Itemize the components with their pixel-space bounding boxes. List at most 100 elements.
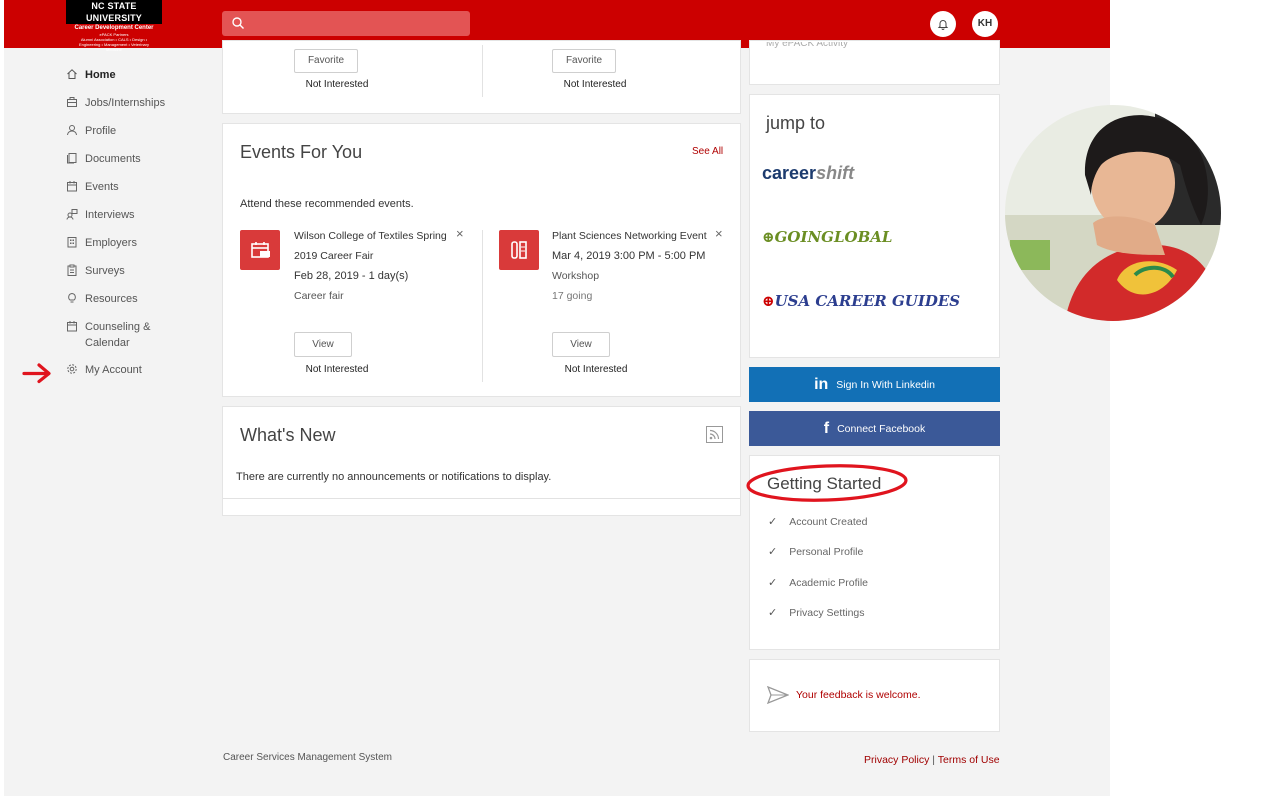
sidebar-item-label: Resources [85, 293, 138, 305]
not-interested-link[interactable]: Not Interested [277, 79, 397, 90]
home-icon [67, 69, 77, 79]
sidebar-item-jobs[interactable]: Jobs/Internships [66, 95, 165, 111]
connect-facebook-button[interactable]: f Connect Facebook [749, 411, 1000, 446]
careershift-part1: career [762, 163, 817, 183]
terms-of-use-link[interactable]: Terms of Use [938, 754, 1000, 766]
sidebar-item-label: My Account [85, 364, 142, 376]
paper-plane-icon [767, 686, 789, 704]
partial-link[interactable]: My ePACK Activity [766, 42, 848, 49]
sidebar-item-counseling[interactable]: Counseling & Calendar [66, 319, 150, 351]
app-window: NC STATE UNIVERSITY Career Development C… [4, 0, 1110, 796]
calendar-icon [67, 181, 77, 192]
check-icon: ✓ [768, 607, 778, 619]
ncstate-logo[interactable]: NC STATE UNIVERSITY Career Development C… [66, 0, 162, 52]
events-card: Events For You See All Attend these reco… [222, 123, 741, 397]
notifications-button[interactable] [930, 11, 956, 37]
check-icon: ✓ [768, 516, 778, 528]
careershift-link[interactable]: careershift [762, 163, 854, 184]
sidebar-item-my-account[interactable]: My Account [66, 362, 142, 378]
search-input[interactable] [222, 11, 470, 36]
calendar-icon [67, 321, 77, 332]
facebook-icon: f [823, 419, 830, 437]
sign-in-linkedin-button[interactable]: in Sign In With Linkedin [749, 367, 1000, 402]
gear-icon [67, 364, 77, 374]
linkedin-icon: in [814, 375, 829, 393]
linkedin-label: Sign In With Linkedin [836, 378, 935, 391]
logo-line-6: Medicine [105, 47, 122, 52]
view-event-button[interactable]: View [552, 332, 610, 357]
logo-line-1: NC STATE UNIVERSITY [66, 0, 162, 24]
whats-new-card: What's New There are currently no announ… [222, 406, 741, 516]
presenter-photo-illustration [1005, 105, 1221, 321]
rss-icon[interactable] [706, 426, 723, 443]
not-interested-link[interactable]: Not Interested [536, 364, 656, 375]
getting-started-item[interactable]: ✓ Academic Profile [768, 576, 868, 590]
getting-started-item-label: Academic Profile [789, 576, 868, 589]
sidebar-item-label-line2: Calendar [85, 337, 130, 349]
sidebar-item-profile[interactable]: Profile [66, 123, 116, 139]
sidebar-item-home[interactable]: Home [66, 67, 116, 83]
sidebar-item-documents[interactable]: Documents [66, 151, 141, 167]
sidebar-item-surveys[interactable]: Surveys [66, 263, 125, 279]
sidebar-item-label: Jobs/Internships [85, 97, 166, 109]
right-partial-card: My ePACK Activity [749, 40, 1000, 85]
not-interested-link[interactable]: Not Interested [277, 364, 397, 375]
facebook-label: Connect Facebook [837, 422, 926, 435]
getting-started-item[interactable]: ✓ Privacy Settings [768, 606, 865, 620]
see-all-link[interactable]: See All [692, 146, 723, 157]
clipboard-icon [67, 264, 77, 276]
footer-system-name: Career Services Management System [223, 752, 392, 763]
recommendation-card-partial: Favorite Not Interested Favorite Not Int… [222, 40, 741, 114]
sidebar-item-interviews[interactable]: Interviews [66, 207, 135, 223]
privacy-policy-link[interactable]: Privacy Policy [864, 754, 929, 766]
whats-new-title: What's New [240, 425, 336, 445]
lightbulb-icon [68, 292, 76, 303]
briefcase-icon [67, 97, 77, 107]
whats-new-message: There are currently no announcements or … [236, 471, 552, 483]
presenter-photo [1005, 105, 1221, 321]
footer-separator: | [932, 754, 936, 766]
events-title: Events For You [240, 142, 363, 162]
getting-started-item[interactable]: ✓ Account Created [768, 515, 867, 529]
sidebar-item-employers[interactable]: Employers [66, 235, 137, 251]
event-icon [240, 230, 280, 270]
sidebar-item-label: Profile [85, 125, 117, 137]
sidebar-item-label: Surveys [85, 265, 125, 277]
not-interested-link[interactable]: Not Interested [535, 79, 655, 90]
sidebar-item-events[interactable]: Events [66, 179, 119, 195]
goinglobal-label: GOINGLOBAL [774, 228, 893, 246]
getting-started-item[interactable]: ✓ Personal Profile [768, 545, 863, 559]
bell-icon [937, 20, 949, 30]
event-title[interactable]: Wilson College of Textiles Spring 2019 C… [294, 226, 464, 266]
feedback-link[interactable]: Your feedback is welcome. [796, 689, 921, 701]
favorite-button[interactable]: Favorite [552, 49, 616, 73]
careershift-part2: shift [816, 163, 855, 183]
user-avatar-button[interactable]: KH [972, 11, 998, 37]
event-title-line2: 2019 Career Fair [294, 250, 374, 262]
favorite-button[interactable]: Favorite [294, 49, 358, 73]
sidebar-item-label: Interviews [85, 209, 135, 221]
goinglobal-link[interactable]: ⊕GOINGLOBAL [762, 228, 892, 246]
event-title-line1: Wilson College of Textiles Spring [294, 230, 447, 242]
sidebar-item-label: Counseling & Calendar [85, 319, 150, 351]
feedback-card: Your feedback is welcome. [749, 659, 1000, 732]
sidebar-item-label: Employers [85, 237, 137, 249]
view-event-button[interactable]: View [294, 332, 352, 357]
events-divider [482, 230, 483, 382]
jump-to-title: jump to [766, 113, 826, 133]
event-going-count: 17 going [552, 290, 593, 302]
sidebar-item-resources[interactable]: Resources [66, 291, 138, 307]
event-title[interactable]: Plant Sciences Networking Event [552, 226, 722, 246]
event-date: Mar 4, 2019 3:00 PM - 5:00 PM [552, 250, 706, 262]
usa-career-guides-label: USA CAREER GUIDES [774, 292, 961, 310]
close-icon[interactable]: × [715, 226, 723, 241]
usa-career-guides-link[interactable]: ⊕USA CAREER GUIDES [762, 292, 960, 310]
close-icon[interactable]: × [456, 226, 464, 241]
documents-icon [67, 153, 77, 164]
red-circle-annotation [746, 464, 908, 502]
career-fair-icon [251, 242, 270, 258]
jump-to-card: jump to careershift ⊕GOINGLOBAL ⊕USA CAR… [749, 94, 1000, 358]
workshop-icon [511, 241, 527, 259]
person-icon [67, 125, 77, 136]
sidebar-item-label: Events [85, 181, 119, 193]
